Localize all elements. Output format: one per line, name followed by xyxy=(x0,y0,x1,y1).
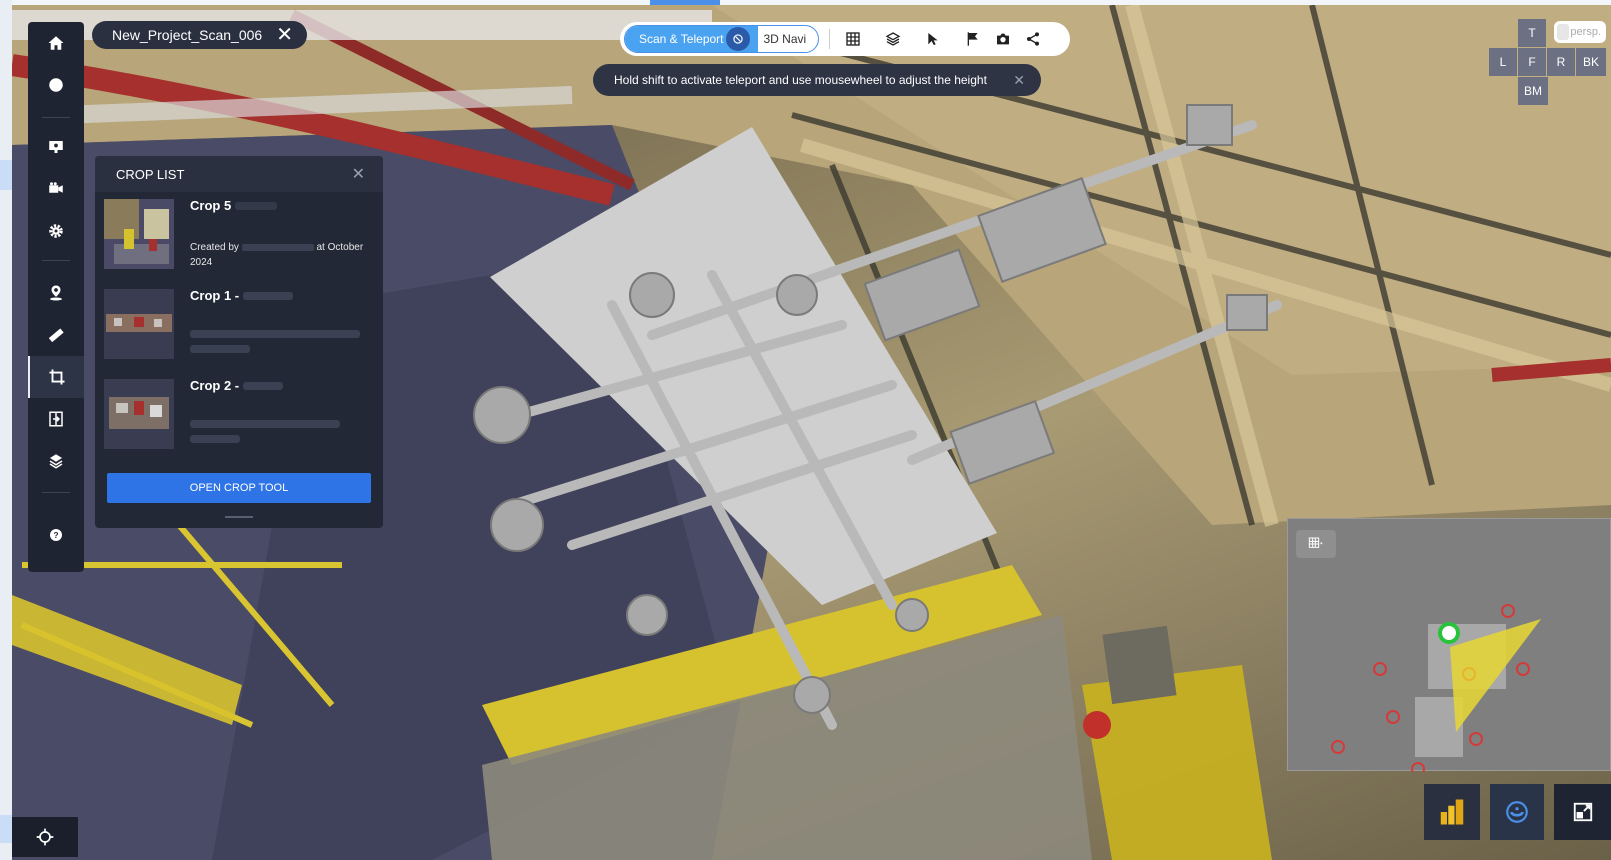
crosshair-icon xyxy=(36,828,54,846)
minimap[interactable] xyxy=(1287,518,1611,772)
crop-title: Crop 5 - xyxy=(190,198,240,213)
projection-label: persp. xyxy=(1570,26,1601,38)
mode-scan-teleport[interactable]: Scan & Teleport xyxy=(625,26,758,52)
left-edge xyxy=(0,0,12,860)
crop-list-header: CROP LIST ✕ xyxy=(95,156,383,192)
toggle-knob xyxy=(1557,24,1569,40)
redacted-text xyxy=(190,330,360,338)
camera-icon[interactable] xyxy=(988,24,1018,54)
grid-icon xyxy=(1308,537,1323,548)
presentation-icon[interactable] xyxy=(28,126,84,168)
view-bottom[interactable]: BM xyxy=(1518,77,1548,105)
share-icon[interactable] xyxy=(1018,24,1048,54)
grid-icon[interactable] xyxy=(838,24,868,54)
crop-thumbnail xyxy=(104,199,174,269)
crop-list-item[interactable]: Crop 5 - Created by at October 2024 xyxy=(95,192,383,282)
crop-title: Crop 1 - xyxy=(190,288,240,303)
toggle-knob-icon xyxy=(725,27,750,51)
model-icon[interactable] xyxy=(28,440,84,482)
home-icon[interactable] xyxy=(28,22,84,64)
layers-icon[interactable] xyxy=(878,24,908,54)
navigation-mode-toggle[interactable]: Scan & Teleport 3D Navi xyxy=(624,25,820,53)
crop-list-panel: CROP LIST ✕ Crop 5 - Created by at Octob… xyxy=(95,156,383,528)
locate-target-button[interactable] xyxy=(12,817,78,857)
crop-list-title: CROP LIST xyxy=(116,166,185,182)
crop-meta: Created by at October 2024 xyxy=(190,240,370,270)
view-front[interactable]: F xyxy=(1518,48,1546,76)
minimap-map xyxy=(1331,604,1541,772)
help-icon[interactable]: ? xyxy=(28,514,84,556)
circle-icon[interactable] xyxy=(28,64,84,106)
crop-icon[interactable] xyxy=(28,356,84,398)
toolbar-divider xyxy=(42,492,70,493)
analytics-button[interactable] xyxy=(1424,784,1480,840)
redacted-text xyxy=(190,345,250,353)
redacted-text xyxy=(190,420,340,428)
minimap-grid-button[interactable] xyxy=(1296,530,1336,558)
scan-icon xyxy=(1506,801,1528,823)
navigation-toolbar: Scan & Teleport 3D Navi xyxy=(620,22,1070,56)
fullscreen-button[interactable] xyxy=(1554,784,1611,840)
bar-chart-icon xyxy=(1440,799,1464,825)
scan-mode-button[interactable] xyxy=(1490,784,1544,840)
teleport-hint: Hold shift to activate teleport and use … xyxy=(593,64,1041,96)
crop-meta-prefix: Created by xyxy=(190,242,242,253)
view-right[interactable]: R xyxy=(1547,48,1575,76)
toolbar-divider xyxy=(829,29,831,49)
redacted-text xyxy=(241,243,314,251)
toolbar-divider xyxy=(42,260,70,261)
mode-3d-navi[interactable]: 3D Navi xyxy=(764,32,807,46)
fullscreen-icon xyxy=(1573,802,1592,822)
project-tab[interactable]: New_Project_Scan_006 ✕ xyxy=(92,21,307,49)
view-top[interactable]: T xyxy=(1518,19,1546,47)
mode-active-label: Scan & Teleport xyxy=(639,32,724,46)
view-left[interactable]: L xyxy=(1489,48,1517,76)
projection-toggle[interactable]: persp. xyxy=(1554,21,1606,43)
gear-icon[interactable] xyxy=(28,210,84,252)
close-icon[interactable]: ✕ xyxy=(276,25,293,45)
view-back[interactable]: BK xyxy=(1576,48,1606,76)
compare-icon[interactable] xyxy=(28,398,84,440)
ruler-icon[interactable] xyxy=(28,314,84,356)
redacted-text xyxy=(243,382,283,390)
open-crop-tool-button[interactable]: OPEN CROP TOOL xyxy=(107,473,371,503)
crop-list-item[interactable]: Crop 1 - xyxy=(95,282,383,372)
hint-text: Hold shift to activate teleport and use … xyxy=(614,73,987,87)
left-toolbar: ? xyxy=(28,22,84,572)
crop-thumbnail xyxy=(104,289,174,359)
redacted-text xyxy=(243,292,293,300)
project-name: New_Project_Scan_006 xyxy=(112,27,263,43)
toolbar-divider xyxy=(42,117,70,118)
flag-icon[interactable] xyxy=(958,24,988,54)
close-icon[interactable]: ✕ xyxy=(352,164,365,184)
location-icon[interactable] xyxy=(28,272,84,314)
close-icon[interactable]: ✕ xyxy=(1013,72,1025,89)
crop-title: Crop 2 - xyxy=(190,378,240,393)
video-camera-icon[interactable] xyxy=(28,168,84,210)
resize-handle[interactable] xyxy=(225,516,253,518)
crop-list-item[interactable]: Crop 2 - xyxy=(95,372,383,462)
svg-text:?: ? xyxy=(53,531,58,540)
redacted-text xyxy=(235,202,277,210)
crop-thumbnail xyxy=(104,379,174,449)
redacted-text xyxy=(190,435,240,443)
pointer-icon[interactable] xyxy=(918,24,948,54)
